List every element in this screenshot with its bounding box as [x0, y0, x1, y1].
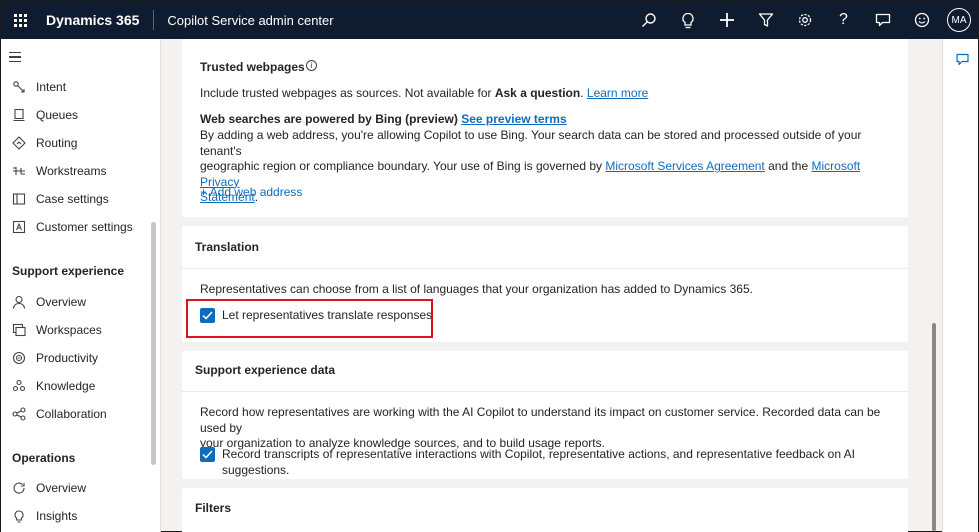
learn-more-link[interactable]: Learn more [587, 86, 648, 100]
knowledge-icon [12, 379, 26, 393]
customer-settings-icon [12, 220, 26, 234]
filter-icon[interactable] [746, 1, 785, 39]
sidebar-item-overview[interactable]: Overview [1, 288, 151, 316]
smiley-icon[interactable] [902, 1, 941, 39]
help-icon[interactable]: ? [824, 1, 863, 39]
app-name: Copilot Service admin center [167, 12, 334, 28]
queues-icon [12, 108, 26, 122]
section-operations: Operations [12, 451, 76, 465]
sidebar: Intent Queues Routing Workstreams Case s… [1, 39, 161, 532]
sidebar-item-case-settings[interactable]: Case settings [1, 185, 151, 213]
bing-title: Web searches are powered by Bing (previe… [200, 112, 567, 126]
sidebar-item-intent[interactable]: Intent [1, 73, 151, 101]
sidebar-item-label: Routing [36, 136, 78, 150]
divider [182, 268, 908, 269]
sidebar-item-workstreams[interactable]: Workstreams [1, 157, 151, 185]
avatar[interactable]: MA [947, 8, 971, 32]
productivity-icon [12, 351, 26, 365]
sidebar-item-label: Productivity [36, 351, 99, 365]
workstreams-icon [12, 164, 26, 178]
record-transcripts-label[interactable]: Record transcripts of representative int… [222, 447, 908, 478]
insights-icon [12, 509, 26, 523]
app-launcher-button[interactable] [1, 1, 39, 39]
section-support-experience: Support experience [12, 264, 125, 278]
sidebar-item-workspaces[interactable]: Workspaces [1, 316, 151, 344]
sidebar-item-productivity[interactable]: Productivity [1, 344, 151, 372]
sidebar-item-label: Case settings [36, 192, 109, 206]
lightbulb-icon[interactable] [668, 1, 707, 39]
sidebar-item-label: Overview [36, 481, 87, 495]
trusted-webpages-title: Trusted webpages i [200, 60, 317, 76]
sidebar-item-label: Knowledge [36, 379, 96, 393]
chat-icon[interactable] [863, 1, 902, 39]
main-content: Trusted webpages i Include trusted webpag… [163, 39, 939, 532]
sidebar-item-operations-overview[interactable]: Overview [1, 474, 151, 502]
sidebar-item-label: Queues [36, 108, 79, 122]
translation-description: Representatives can choose from a list o… [200, 282, 753, 296]
sidebar-item-label: Insights [36, 509, 78, 523]
sidebar-item-label: Workspaces [36, 323, 102, 337]
brand-title[interactable]: Dynamics 365 [39, 10, 155, 30]
see-preview-terms-link[interactable]: See preview terms [461, 112, 566, 126]
sidebar-item-label: Collaboration [36, 407, 107, 421]
sidebar-item-knowledge[interactable]: Knowledge [1, 372, 151, 400]
support-data-description: Record how representatives are working w… [200, 405, 881, 450]
sidebar-item-routing[interactable]: Routing [1, 129, 151, 157]
sidebar-item-label: Customer settings [36, 220, 133, 234]
support-experience-data-card: Support experience data Record how repre… [182, 351, 908, 479]
checkmark-icon [202, 450, 213, 459]
sidebar-item-insights[interactable]: Insights [1, 502, 151, 530]
translation-title: Translation [195, 240, 260, 254]
trusted-webpages-description: Include trusted webpages as sources. Not… [200, 86, 649, 100]
sidebar-item-queues[interactable]: Queues [1, 101, 151, 129]
msa-link[interactable]: Microsoft Services Agreement [605, 159, 764, 173]
routing-icon [12, 136, 26, 150]
filters-title: Filters [195, 501, 232, 515]
overview-icon [12, 481, 26, 495]
intent-icon [12, 80, 26, 94]
sidebar-item-label: Overview [36, 295, 87, 309]
info-icon[interactable]: i [305, 60, 317, 71]
person-icon [12, 295, 26, 309]
waffle-icon [13, 13, 27, 27]
record-transcripts-checkbox[interactable] [200, 447, 215, 462]
support-data-title: Support experience data [195, 363, 336, 377]
sidebar-scrollbar[interactable] [151, 222, 156, 465]
top-bar: Dynamics 365 Copilot Service admin cente… [1, 1, 978, 39]
collaboration-icon [12, 407, 26, 421]
copilot-chat-icon[interactable] [956, 53, 969, 69]
settings-icon[interactable] [785, 1, 824, 39]
search-icon[interactable] [629, 1, 668, 39]
sidebar-item-collaboration[interactable]: Collaboration [1, 400, 151, 428]
main-scrollbar[interactable] [932, 323, 936, 531]
highlight-box [186, 299, 433, 338]
sidebar-item-label: Intent [36, 80, 67, 94]
sidebar-item-label: Workstreams [36, 164, 107, 178]
case-settings-icon [12, 192, 26, 206]
hamburger-menu-icon[interactable] [9, 52, 21, 65]
workspaces-icon [12, 323, 26, 337]
trusted-webpages-card: Trusted webpages i Include trusted webpag… [182, 39, 908, 217]
sidebar-item-customer-settings[interactable]: Customer settings [1, 213, 151, 241]
right-rail [942, 39, 978, 532]
add-icon[interactable] [707, 1, 746, 39]
filters-card: Filters [182, 488, 908, 532]
divider [182, 391, 908, 392]
add-web-address-button[interactable]: + Add web address [200, 185, 302, 201]
